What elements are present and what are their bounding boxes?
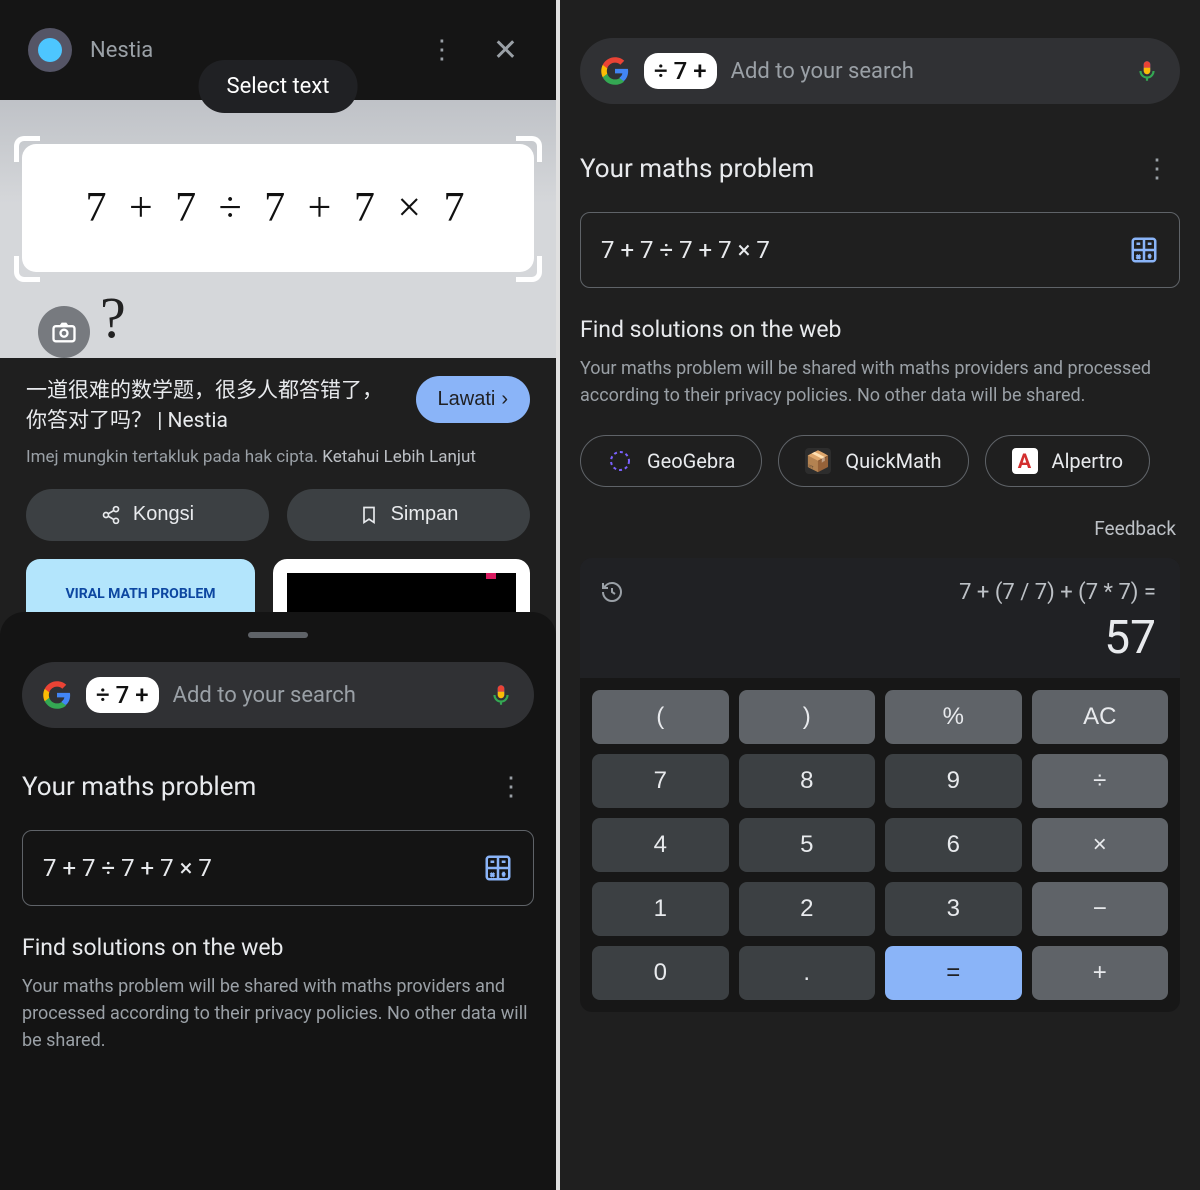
share-button[interactable]: Kongsi	[26, 489, 269, 541]
maths-problem-heading-row: Your maths problem ⋮	[22, 762, 534, 812]
calc-key-−[interactable]: −	[1032, 882, 1169, 936]
calc-key-)[interactable]: )	[739, 690, 876, 744]
result-title[interactable]: 一道很难的数学题，很多人都答错了，你答对了吗？ | Nestia	[26, 376, 400, 437]
more-icon[interactable]: ⋮	[1134, 144, 1180, 194]
lens-camera-button[interactable]	[38, 306, 90, 358]
calculator-icon[interactable]	[483, 853, 513, 883]
maths-problem-box[interactable]: 7 + 7 ÷ 7 + 7 × 7	[22, 830, 534, 906]
sheet-drag-handle[interactable]	[248, 632, 308, 638]
privacy-disclaimer: Your maths problem will be shared with m…	[22, 973, 534, 1054]
thumb-label: VIRAL MATH PROBLEM	[66, 586, 216, 602]
visit-button[interactable]: Lawati ›	[416, 376, 530, 423]
more-icon[interactable]: ⋮	[488, 762, 534, 812]
search-placeholder: Add to your search	[173, 683, 474, 708]
calculator-keypad: ()%AC 789÷ 456× 123− 0.=+	[580, 678, 1180, 1012]
calculator-icon[interactable]	[1129, 235, 1159, 265]
save-button[interactable]: Simpan	[287, 489, 530, 541]
save-label: Simpan	[391, 503, 459, 526]
chevron-right-icon: ›	[501, 388, 508, 411]
search-bar[interactable]: ÷ 7 + Add to your search	[580, 38, 1180, 104]
calc-key-+[interactable]: +	[1032, 946, 1169, 1000]
caption-text: Imej mungkin tertakluk pada hak cipta.	[26, 447, 318, 467]
question-mark-icon: ?	[100, 284, 126, 351]
calc-key-=[interactable]: =	[885, 946, 1022, 1000]
maths-problem-heading-row: Your maths problem ⋮	[580, 144, 1180, 194]
visit-label: Lawati	[438, 388, 496, 411]
provider-quickmath[interactable]: 📦 QuickMath	[778, 435, 968, 487]
recognized-equation: 7 + 7 ÷ 7 + 7 × 7	[22, 144, 534, 272]
source-title: Nestia	[90, 38, 401, 63]
calc-key-8[interactable]: 8	[739, 754, 876, 808]
calc-key-.[interactable]: .	[739, 946, 876, 1000]
search-bar[interactable]: ÷ 7 + Add to your search	[22, 662, 534, 728]
history-icon[interactable]	[600, 580, 624, 608]
search-bottom-sheet: ÷ 7 + Add to your search Your maths prob…	[0, 612, 556, 1190]
lens-image-area[interactable]: 7 + 7 ÷ 7 + 7 × 7 ?	[0, 100, 556, 358]
feedback-link[interactable]: Feedback	[584, 517, 1176, 540]
mic-icon[interactable]	[1134, 58, 1160, 84]
calc-key-5[interactable]: 5	[739, 818, 876, 872]
google-logo-icon	[600, 56, 630, 86]
calc-expression: 7 + (7 / 7) + (7 * 7) =	[604, 580, 1156, 605]
left-screenshot: Nestia ⋮ ✕ Select text 7 + 7 ÷ 7 + 7 × 7…	[0, 0, 556, 1190]
calc-key-4[interactable]: 4	[592, 818, 729, 872]
alpertron-icon: A	[1012, 448, 1038, 474]
calc-key-%[interactable]: %	[885, 690, 1022, 744]
camera-icon	[50, 318, 78, 346]
calc-key-0[interactable]: 0	[592, 946, 729, 1000]
geogebra-icon	[607, 448, 633, 474]
calc-key-([interactable]: (	[592, 690, 729, 744]
maths-problem-heading: Your maths problem	[580, 154, 814, 184]
calculator-display: 7 + (7 / 7) + (7 * 7) = 57	[580, 558, 1180, 678]
learn-more-link[interactable]: Ketahui Lebih Lanjut	[322, 447, 476, 467]
provider-label: QuickMath	[845, 449, 941, 473]
right-screenshot: ÷ 7 + Add to your search Your maths prob…	[556, 0, 1200, 1190]
quickmath-icon: 📦	[805, 448, 831, 474]
provider-chips: GeoGebra 📦 QuickMath A Alpertro	[580, 435, 1180, 487]
maths-expression: 7 + 7 ÷ 7 + 7 × 7	[601, 236, 770, 264]
calc-key-9[interactable]: 9	[885, 754, 1022, 808]
calc-key-÷[interactable]: ÷	[1032, 754, 1169, 808]
provider-label: GeoGebra	[647, 449, 735, 473]
copyright-caption: Imej mungkin tertakluk pada hak cipta. K…	[26, 447, 530, 467]
close-icon[interactable]: ✕	[483, 27, 528, 74]
find-solutions-heading: Find solutions on the web	[580, 316, 1180, 343]
provider-label: Alpertro	[1052, 449, 1124, 473]
calc-key-7[interactable]: 7	[592, 754, 729, 808]
maths-problem-box[interactable]: 7 + 7 ÷ 7 + 7 × 7	[580, 212, 1180, 288]
search-chip[interactable]: ÷ 7 +	[644, 53, 717, 89]
calc-key-2[interactable]: 2	[739, 882, 876, 936]
provider-geogebra[interactable]: GeoGebra	[580, 435, 762, 487]
bookmark-icon	[359, 505, 379, 525]
share-label: Kongsi	[133, 503, 194, 526]
provider-alpertron[interactable]: A Alpertro	[985, 435, 1151, 487]
image-result-card: 一道很难的数学题，很多人都答错了，你答对了吗？ | Nestia Lawati …	[0, 358, 556, 639]
select-text-toast[interactable]: Select text	[199, 60, 358, 113]
privacy-disclaimer: Your maths problem will be shared with m…	[580, 355, 1180, 409]
maths-expression: 7 + 7 ÷ 7 + 7 × 7	[43, 854, 212, 882]
search-chip[interactable]: ÷ 7 +	[86, 677, 159, 713]
share-icon	[101, 505, 121, 525]
google-logo-icon	[42, 680, 72, 710]
mic-icon[interactable]	[488, 682, 514, 708]
calc-key-3[interactable]: 3	[885, 882, 1022, 936]
calc-key-6[interactable]: 6	[885, 818, 1022, 872]
calc-result: 57	[604, 611, 1156, 665]
calc-key-×[interactable]: ×	[1032, 818, 1169, 872]
find-solutions-heading: Find solutions on the web	[22, 934, 534, 961]
calculator-card: 7 + (7 / 7) + (7 * 7) = 57 ()%AC 789÷ 456×…	[580, 558, 1180, 1012]
calc-key-AC[interactable]: AC	[1032, 690, 1169, 744]
search-placeholder: Add to your search	[731, 59, 1120, 84]
calc-key-1[interactable]: 1	[592, 882, 729, 936]
more-icon[interactable]: ⋮	[419, 25, 465, 75]
source-avatar[interactable]	[28, 28, 72, 72]
maths-problem-heading: Your maths problem	[22, 772, 256, 802]
